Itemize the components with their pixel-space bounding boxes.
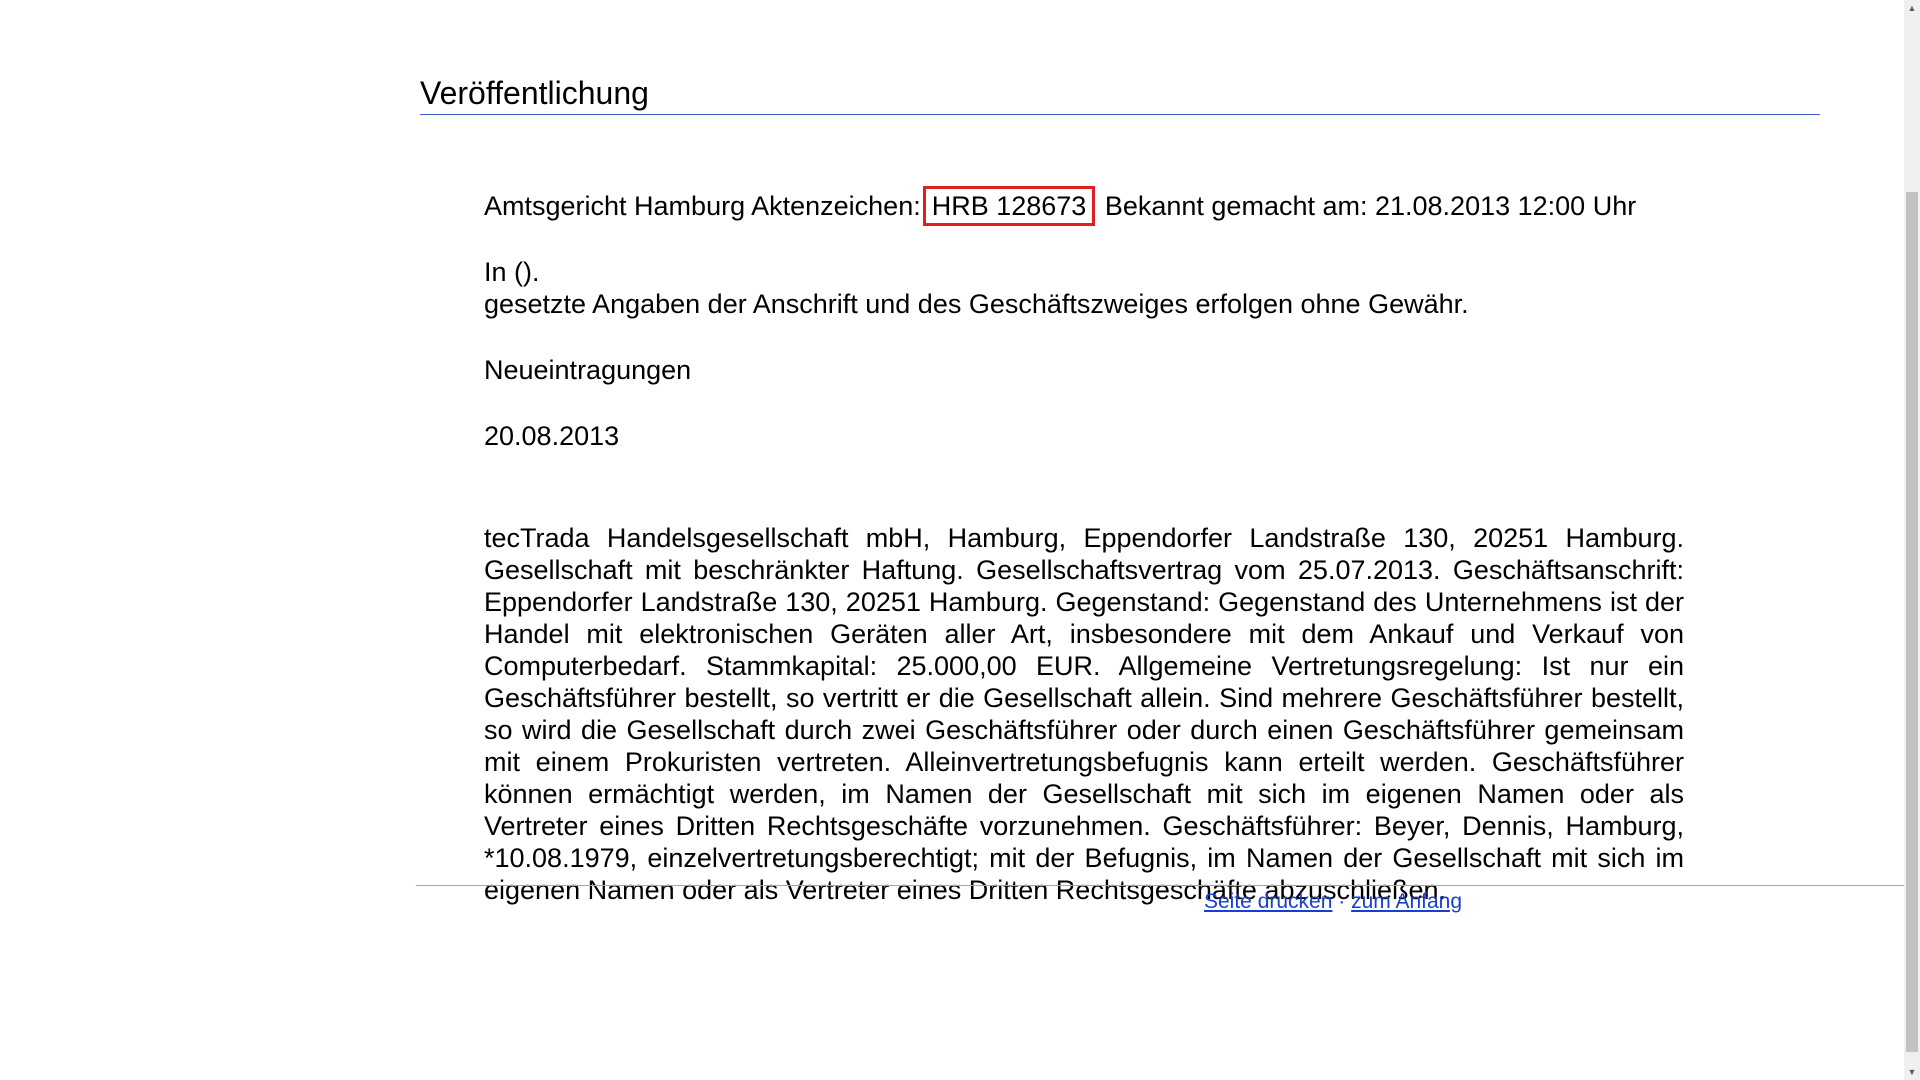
- vertical-scrollbar[interactable]: ▲ ▼: [1904, 0, 1920, 1080]
- court-reference-line: Amtsgericht Hamburg Aktenzeichen: HRB 128…: [484, 186, 1684, 226]
- scroll-down-icon[interactable]: ▼: [1904, 1064, 1920, 1080]
- publication-content: Amtsgericht Hamburg Aktenzeichen: HRB 128…: [484, 186, 1684, 906]
- footer-separator: ·: [1338, 890, 1346, 913]
- page-title: Veröffentlichung: [420, 75, 649, 111]
- announcement-date: Bekannt gemacht am: 21.08.2013 12:00 Uhr: [1104, 191, 1637, 221]
- court-label: Amtsgericht Hamburg Aktenzeichen:: [484, 191, 921, 221]
- reference-number: HRB 128673: [931, 191, 1087, 221]
- section-date: 20.08.2013: [484, 421, 620, 451]
- entry-text: tecTrada Handelsgesellschaft mbH, Hambur…: [484, 523, 1684, 905]
- section-type: Neueintragungen: [484, 355, 692, 385]
- publication-page: Veröffentlichung Amtsgericht Hamburg Akt…: [0, 0, 1904, 1080]
- intro-line-1: In ().: [484, 257, 540, 287]
- footer-divider: [416, 885, 1904, 886]
- back-to-top-link[interactable]: zum Anfang: [1351, 890, 1462, 913]
- scrollbar-thumb[interactable]: [1906, 192, 1918, 1052]
- footer-links: Seite drucken · zum Anfang: [1204, 889, 1462, 915]
- reference-number-highlight: HRB 128673: [922, 186, 1096, 226]
- print-page-link[interactable]: Seite drucken: [1204, 890, 1332, 913]
- intro-line-2: gesetzte Angaben der Anschrift und des G…: [484, 289, 1469, 319]
- title-divider: [420, 114, 1820, 115]
- scroll-up-icon[interactable]: ▲: [1904, 0, 1920, 16]
